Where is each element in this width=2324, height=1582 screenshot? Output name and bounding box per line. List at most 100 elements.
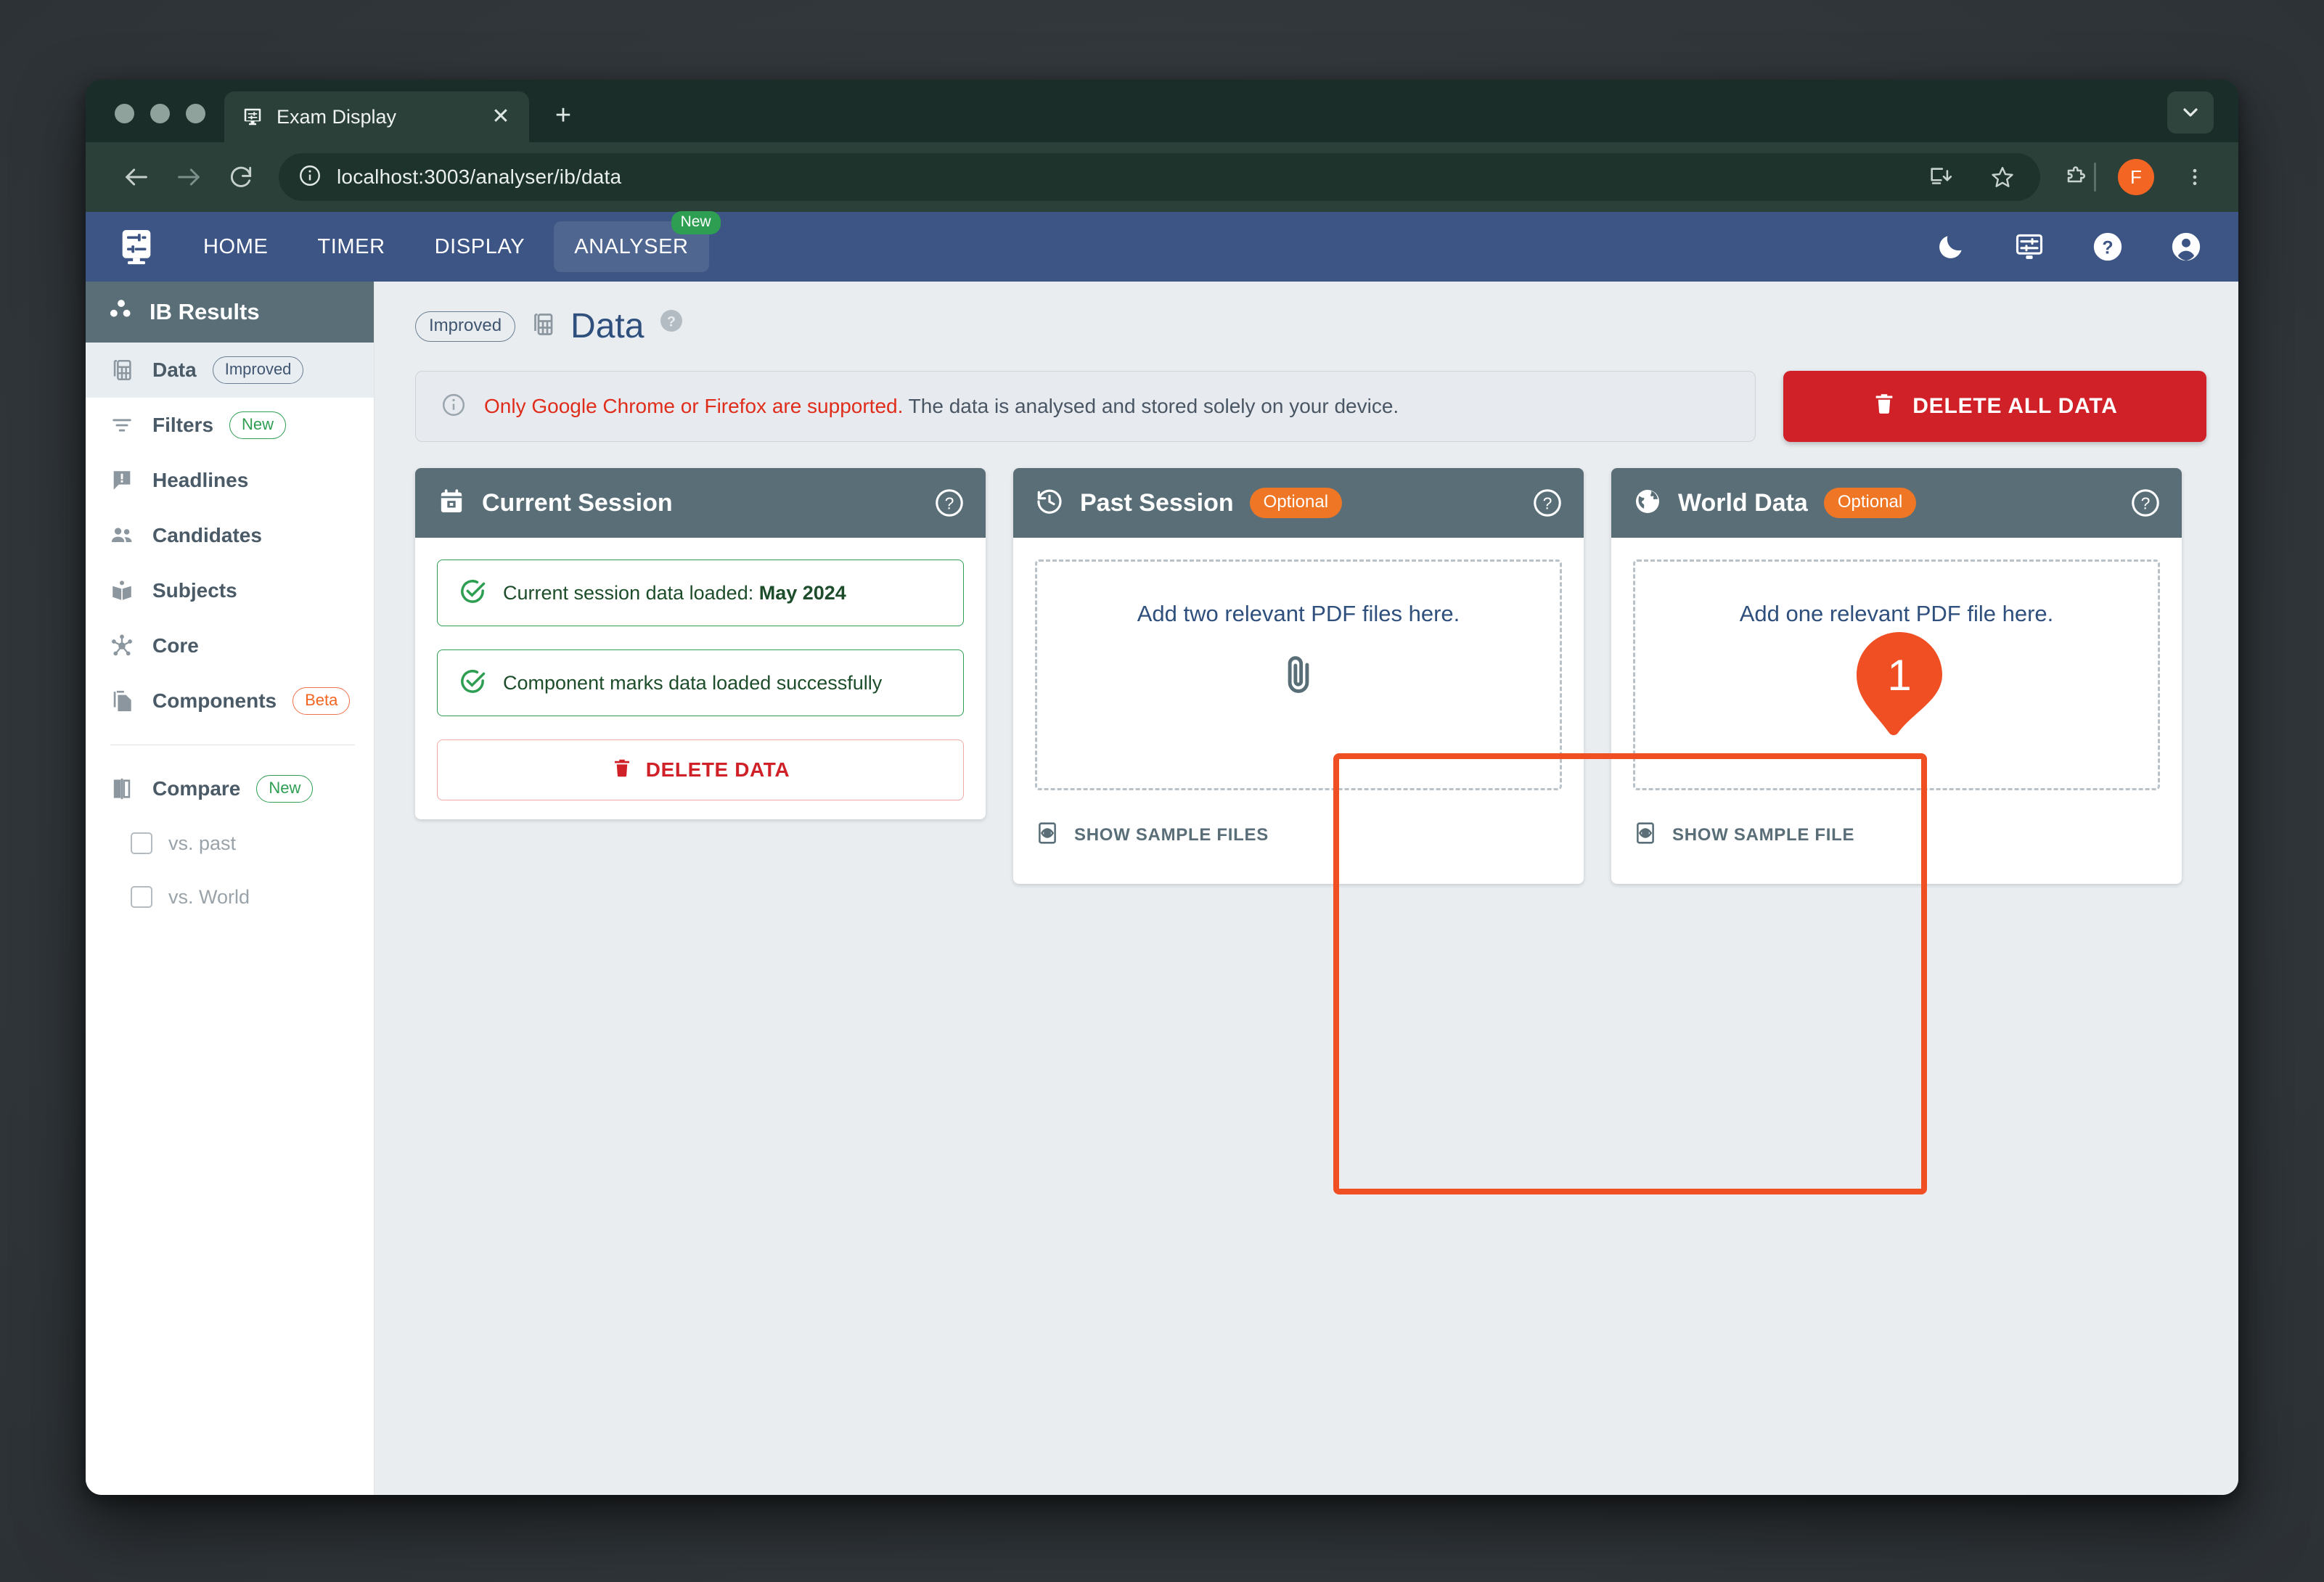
svg-text:?: ? — [2141, 493, 2151, 512]
page-title: Data — [570, 307, 645, 345]
arrow-left-icon[interactable] — [110, 151, 163, 203]
dropzone-text: Add two relevant PDF files here. — [1137, 601, 1460, 626]
dropzone-past-session[interactable]: Add two relevant PDF files here. — [1035, 560, 1562, 790]
app-navigation-bar: HOME TIMER DISPLAY ANALYSER New ? — [86, 211, 2238, 282]
nav-tab-timer[interactable]: TIMER — [297, 221, 405, 272]
compare-option-label: vs. past — [168, 832, 237, 854]
show-sample-files-button[interactable]: SHOW SAMPLE FILES — [1013, 802, 1584, 884]
info-circle-icon — [441, 392, 467, 422]
display-settings-icon[interactable] — [2009, 226, 2050, 267]
status-current-session: Current session data loaded: May 2024 — [437, 560, 964, 626]
nav-tab-label: HOME — [203, 234, 269, 258]
sidebar-item-label: Filters — [152, 414, 214, 436]
browser-toolbar: localhost:3003/analyser/ib/data F — [86, 142, 2238, 212]
close-window-button[interactable] — [115, 104, 134, 123]
trash-icon — [611, 757, 633, 784]
minimize-window-button[interactable] — [150, 104, 170, 123]
help-circle-icon[interactable]: ? — [658, 308, 684, 334]
compare-option-vs-past[interactable]: vs. past — [86, 816, 374, 870]
status-badge: New — [256, 775, 314, 803]
sidebar: IB Results Data Improved Filters New Hea… — [86, 282, 375, 1495]
status-badge: Optional — [1249, 488, 1343, 518]
info-circle-icon[interactable] — [298, 163, 322, 192]
data-table-icon — [530, 311, 556, 341]
checkbox[interactable] — [131, 832, 152, 854]
close-icon[interactable]: ✕ — [488, 106, 513, 128]
install-app-icon[interactable] — [1921, 158, 1959, 196]
card-header: World Data Optional ? — [1611, 468, 2182, 538]
display-settings-icon[interactable] — [110, 221, 163, 273]
show-sample-label: SHOW SAMPLE FILE — [1672, 824, 1855, 845]
account-circle-icon[interactable] — [2166, 226, 2206, 267]
three-dots-vertical-icon[interactable] — [2176, 158, 2214, 196]
status-badge: Improved — [415, 311, 516, 342]
dark-mode-icon[interactable] — [1931, 226, 1971, 267]
card-header: Current Session ? — [415, 468, 986, 538]
chevron-down-icon[interactable] — [2167, 91, 2214, 134]
browser-tab[interactable]: Exam Display ✕ — [224, 91, 529, 142]
delete-data-button[interactable]: DELETE DATA — [437, 739, 964, 800]
nav-tab-label: DISPLAY — [434, 234, 525, 258]
paperclip-icon — [1276, 653, 1321, 702]
svg-text:?: ? — [945, 493, 954, 512]
sidebar-item-subjects[interactable]: Subjects — [86, 563, 374, 618]
window-controls — [86, 104, 205, 142]
card-body: Current session data loaded: May 2024 Co… — [415, 538, 986, 819]
address-bar[interactable]: localhost:3003/analyser/ib/data — [279, 153, 2040, 201]
status-badge: New — [671, 211, 721, 234]
announcement-icon — [107, 466, 136, 495]
sidebar-item-headlines[interactable]: Headlines — [86, 453, 374, 508]
sidebar-item-candidates[interactable]: Candidates — [86, 508, 374, 563]
sidebar-title-label: IB Results — [150, 299, 260, 324]
maximize-window-button[interactable] — [186, 104, 205, 123]
book-icon — [107, 576, 136, 605]
star-icon[interactable] — [1984, 158, 2021, 196]
nav-tab-analyser[interactable]: ANALYSER New — [554, 211, 721, 272]
help-circle-icon[interactable]: ? — [1531, 487, 1563, 519]
svg-text:?: ? — [2102, 238, 2113, 258]
checkbox[interactable] — [131, 886, 152, 908]
sidebar-item-filters[interactable]: Filters New — [86, 398, 374, 453]
new-tab-button[interactable]: + — [547, 102, 580, 129]
status-badge: Optional — [1823, 488, 1917, 518]
sidebar-title: IB Results — [86, 282, 374, 343]
sidebar-item-compare[interactable]: Compare New — [86, 761, 374, 816]
nav-tab-label: TIMER — [317, 234, 385, 258]
sidebar-item-data[interactable]: Data Improved — [86, 343, 374, 398]
status-text: Current session data loaded: May 2024 — [503, 582, 846, 604]
help-circle-icon[interactable]: ? — [933, 487, 965, 519]
card-title: Current Session — [482, 488, 673, 517]
reload-icon[interactable] — [215, 151, 267, 203]
nav-tab-display[interactable]: DISPLAY — [414, 221, 546, 272]
help-circle-icon[interactable]: ? — [2129, 487, 2161, 519]
browser-tab-strip: Exam Display ✕ + — [86, 80, 2238, 142]
nav-tab-home[interactable]: HOME — [183, 221, 288, 272]
preview-icon — [1035, 821, 1060, 849]
page-header: Improved Data ? — [415, 306, 2206, 346]
sidebar-item-core[interactable]: Core — [86, 618, 374, 673]
compare-option-vs-world[interactable]: vs. World — [86, 870, 374, 924]
main-content: Improved Data ? Only Google Chrome or Fi… — [375, 282, 2238, 1495]
dropzone-text: Add one relevant PDF file here. — [1739, 601, 2054, 626]
compare-option-label: vs. World — [168, 885, 250, 908]
status-badge: Improved — [212, 356, 304, 384]
preview-icon — [1633, 821, 1658, 849]
puzzle-piece-icon[interactable] — [2056, 158, 2094, 196]
sidebar-item-components[interactable]: Components Beta — [86, 673, 374, 729]
arrow-right-icon[interactable] — [163, 151, 215, 203]
card-title: World Data — [1678, 488, 1808, 517]
step-marker-number: 1 — [1887, 650, 1912, 700]
results-dots-icon — [107, 295, 135, 329]
avatar[interactable]: F — [2118, 159, 2154, 195]
tab-title: Exam Display — [277, 105, 397, 128]
svg-text:?: ? — [667, 314, 676, 330]
show-sample-file-button[interactable]: SHOW SAMPLE FILE — [1611, 802, 2182, 884]
help-circle-icon[interactable]: ? — [2087, 226, 2128, 267]
people-icon — [107, 521, 136, 550]
card-title: Past Session — [1080, 488, 1234, 517]
url-text: localhost:3003/analyser/ib/data — [337, 165, 622, 188]
history-icon — [1035, 487, 1064, 520]
toolbar-divider — [2094, 163, 2096, 192]
delete-all-data-button[interactable]: DELETE ALL DATA — [1783, 371, 2206, 442]
check-circle-icon — [458, 667, 487, 700]
